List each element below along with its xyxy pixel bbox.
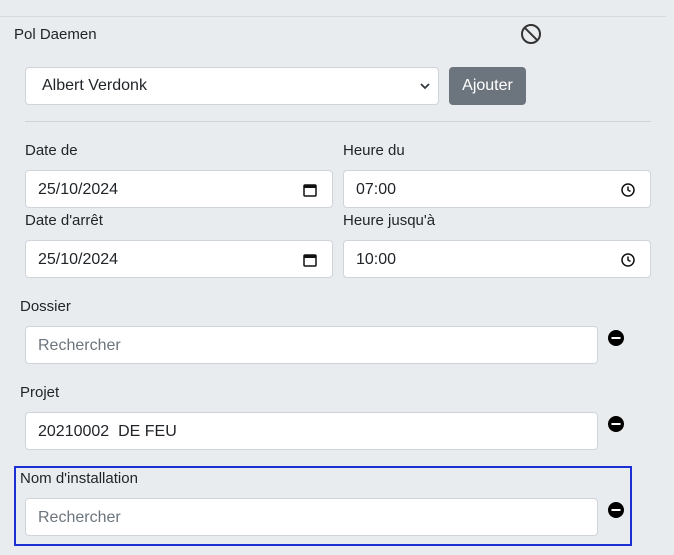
clock-icon[interactable] — [620, 182, 636, 198]
date-from-input[interactable]: 25/10/2024 — [25, 170, 333, 208]
time-to-value: 10:00 — [356, 251, 397, 268]
date-from-value: 25/10/2024 — [38, 181, 119, 198]
employee-select[interactable]: Albert Verdonk — [25, 67, 439, 105]
assignment-form: Pol Daemen Albert Verdonk Ajouter Date d… — [0, 0, 674, 555]
date-to-label: Date d'arrêt — [25, 212, 103, 229]
assign-row: Albert Verdonk Ajouter — [25, 67, 535, 105]
calendar-icon[interactable] — [302, 252, 318, 268]
time-from-input[interactable]: 07:00 — [343, 170, 651, 208]
calendar-icon[interactable] — [302, 182, 318, 198]
projet-label: Projet — [20, 384, 60, 401]
installation-label: Nom d'installation — [20, 470, 138, 487]
installation-placeholder: Rechercher — [38, 509, 121, 526]
chevron-down-icon — [420, 83, 430, 90]
person-name: Pol Daemen — [14, 26, 97, 43]
date-to-value: 25/10/2024 — [38, 251, 119, 268]
date-to-input[interactable]: 25/10/2024 — [25, 240, 333, 278]
date-from-label: Date de — [25, 142, 78, 159]
remove-projet-icon[interactable] — [608, 416, 624, 432]
time-from-value: 07:00 — [356, 181, 397, 198]
section-divider — [25, 121, 651, 122]
dossier-search-input[interactable]: Rechercher — [25, 326, 598, 364]
ban-icon[interactable] — [519, 22, 543, 46]
time-from-label: Heure du — [343, 142, 405, 159]
remove-dossier-icon[interactable] — [608, 330, 624, 346]
remove-installation-icon[interactable] — [608, 502, 624, 518]
installation-search-input[interactable]: Rechercher — [25, 498, 598, 536]
person-row: Pol Daemen — [14, 24, 654, 46]
time-to-input[interactable]: 10:00 — [343, 240, 651, 278]
add-button[interactable]: Ajouter — [449, 67, 526, 105]
time-to-label: Heure jusqu'à — [343, 212, 436, 229]
dossier-label: Dossier — [20, 298, 71, 315]
dossier-placeholder: Rechercher — [38, 337, 121, 354]
projet-value: 20210002 DE FEU — [38, 423, 177, 440]
employee-select-value: Albert Verdonk — [42, 77, 147, 94]
projet-input[interactable]: 20210002 DE FEU — [25, 412, 598, 450]
top-divider — [0, 16, 666, 17]
clock-icon[interactable] — [620, 252, 636, 268]
